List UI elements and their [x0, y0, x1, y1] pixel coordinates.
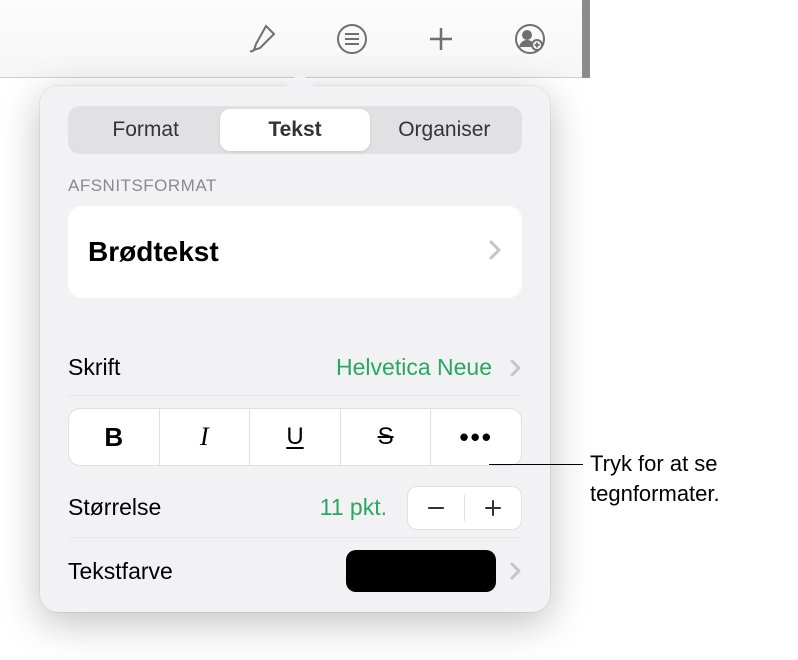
tab-organizer[interactable]: Organiser — [370, 109, 519, 151]
text-settings: Skrift Helvetica Neue B I U S ••• Større… — [68, 340, 522, 604]
size-decrease-button[interactable] — [408, 487, 464, 529]
size-label: Størrelse — [68, 494, 161, 521]
size-row: Størrelse 11 pkt. — [68, 478, 522, 538]
tab-format[interactable]: Format — [71, 109, 220, 151]
segmented-control: Format Tekst Organiser — [68, 106, 522, 154]
underline-button[interactable]: U — [250, 409, 341, 465]
callout-text: Tryk for at se tegnformater. — [590, 449, 720, 508]
chevron-right-icon — [510, 561, 522, 581]
font-row[interactable]: Skrift Helvetica Neue — [68, 340, 522, 396]
chevron-right-icon — [488, 239, 502, 266]
size-increase-button[interactable] — [465, 487, 521, 529]
plus-icon[interactable] — [419, 17, 463, 61]
callout-line — [489, 464, 583, 465]
format-popover: Format Tekst Organiser AFSNITSFORMAT Brø… — [40, 86, 550, 612]
text-color-row[interactable]: Tekstfarve — [68, 538, 522, 604]
paragraph-style-value: Brødtekst — [88, 236, 219, 268]
color-well[interactable] — [346, 550, 496, 592]
size-value: 11 pkt. — [320, 494, 387, 521]
format-brush-icon[interactable] — [241, 17, 285, 61]
font-label: Skrift — [68, 354, 120, 381]
tab-text[interactable]: Tekst — [220, 109, 369, 151]
paragraph-style-row[interactable]: Brødtekst — [68, 206, 522, 298]
window-edge — [582, 0, 590, 78]
italic-button[interactable]: I — [160, 409, 251, 465]
paragraph-format-label: AFSNITSFORMAT — [68, 176, 522, 196]
more-options-button[interactable]: ••• — [431, 409, 521, 465]
bold-button[interactable]: B — [69, 409, 160, 465]
size-stepper — [407, 486, 522, 530]
collaborate-icon[interactable] — [508, 17, 552, 61]
text-color-label: Tekstfarve — [68, 558, 173, 585]
font-value: Helvetica Neue — [336, 354, 522, 381]
style-buttons: B I U S ••• — [68, 408, 522, 466]
toolbar — [0, 0, 582, 78]
list-icon[interactable] — [330, 17, 374, 61]
strikethrough-button[interactable]: S — [341, 409, 432, 465]
